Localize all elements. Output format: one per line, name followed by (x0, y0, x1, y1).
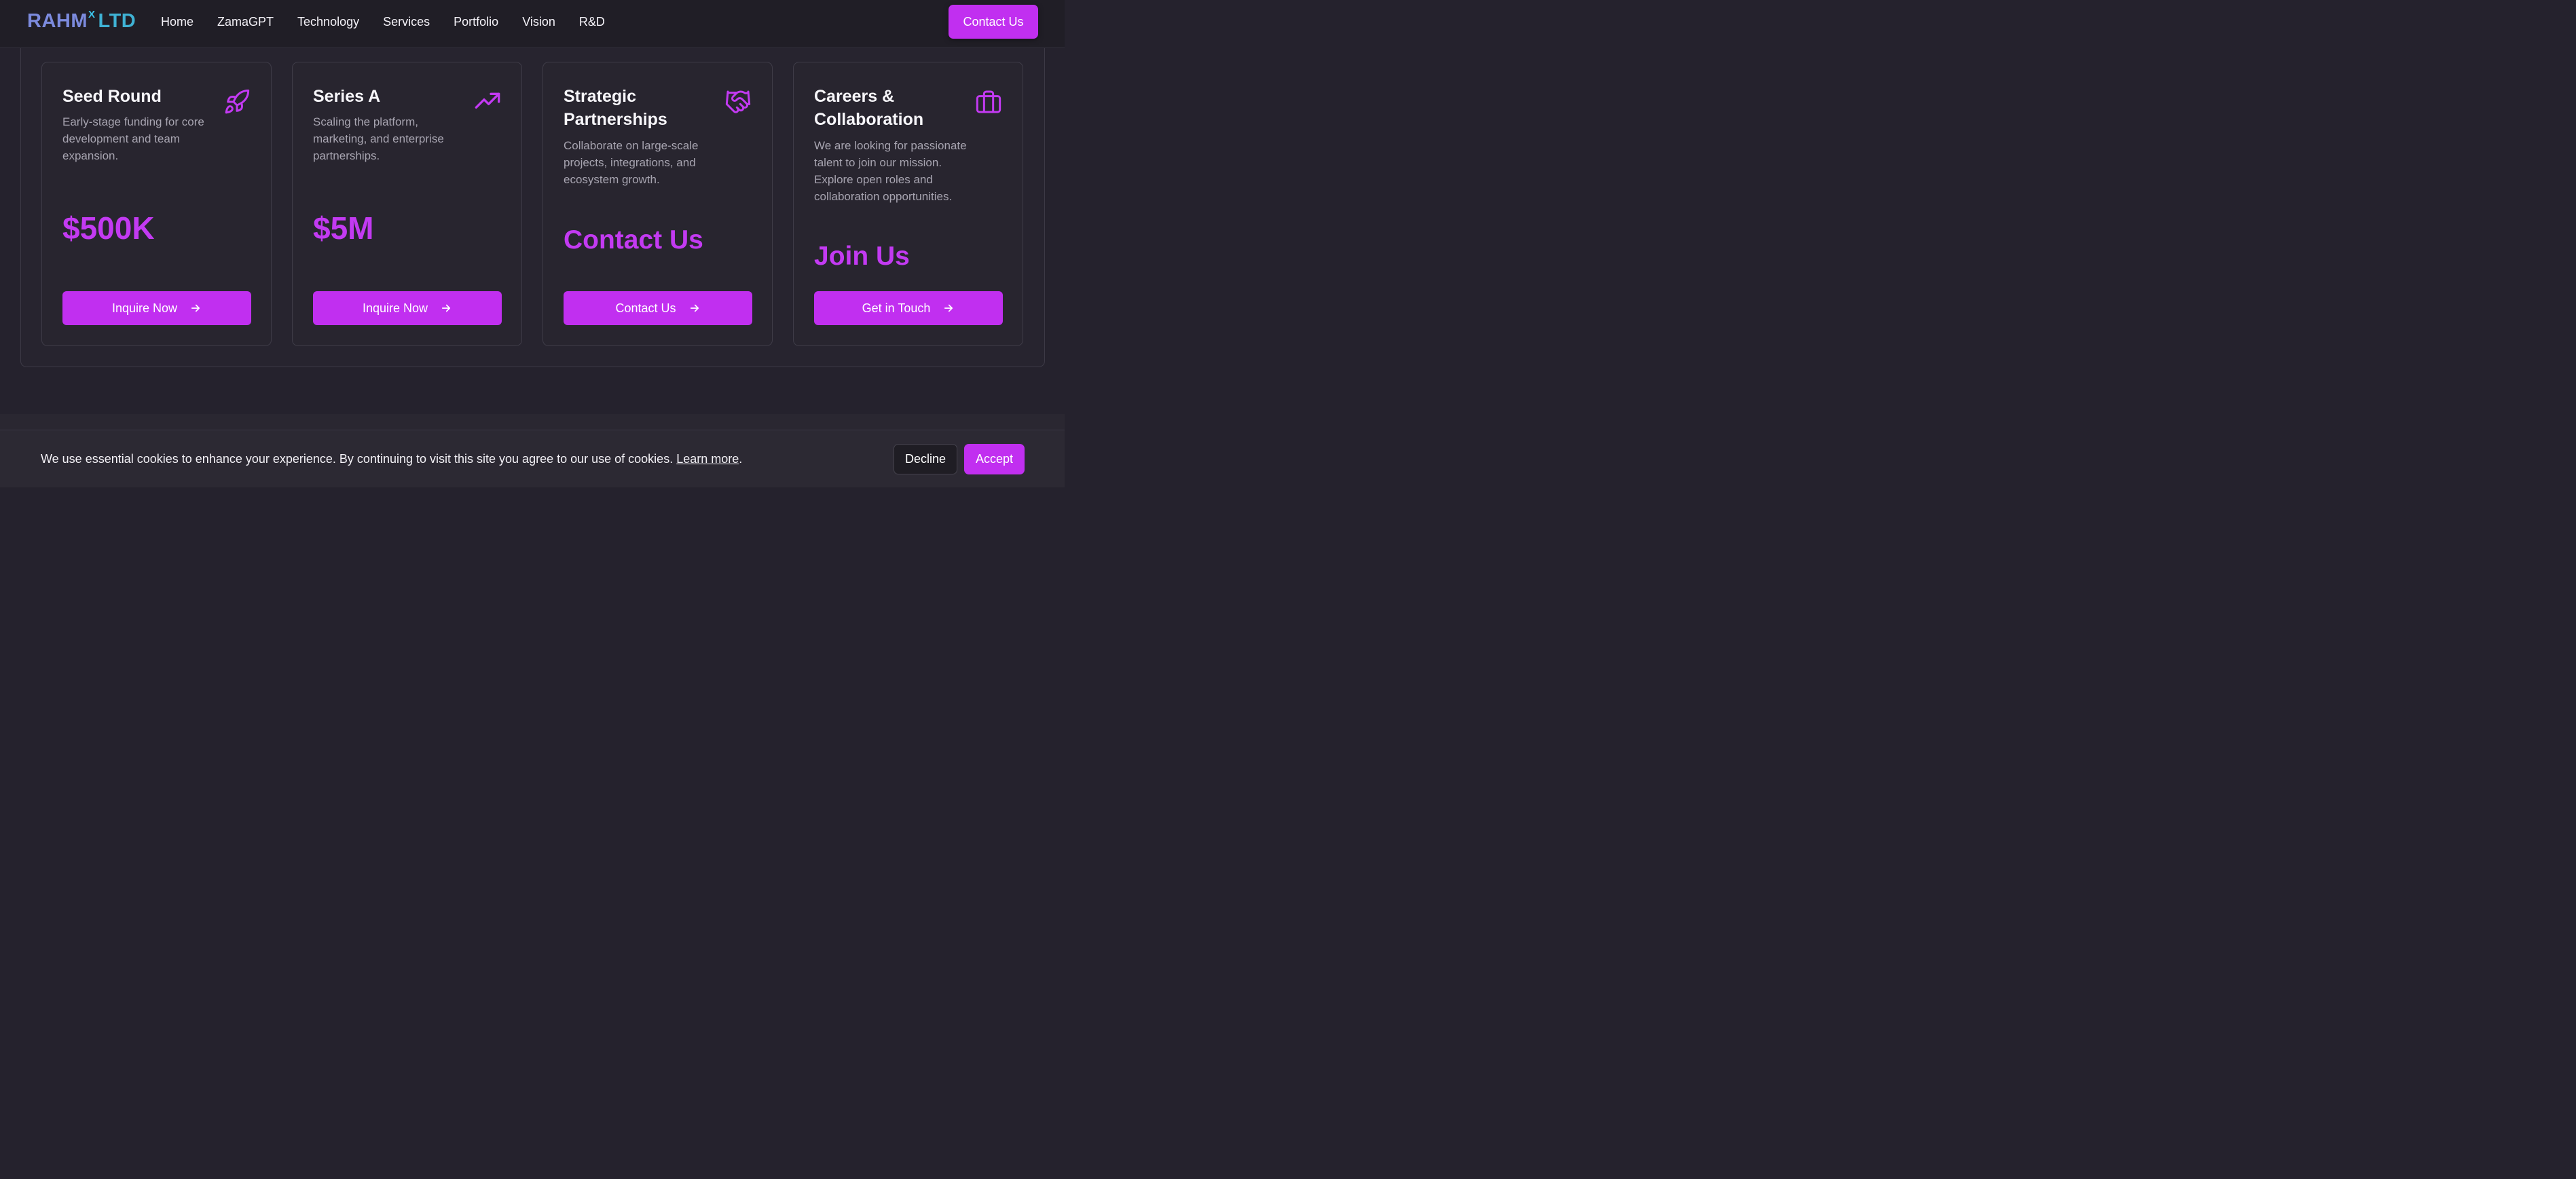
nav-portfolio[interactable]: Portfolio (454, 14, 498, 29)
card-title: Seed Round (62, 87, 162, 106)
cookie-message: We use essential cookies to enhance your… (41, 452, 743, 466)
inquire-now-button[interactable]: Inquire Now (62, 291, 251, 325)
card-description: Collaborate on large-scale projects, int… (564, 139, 699, 186)
nav-services[interactable]: Services (383, 14, 430, 29)
card-amount: $500K (62, 210, 155, 246)
card-title: Strategic Partnerships (564, 87, 667, 129)
get-in-touch-button[interactable]: Get in Touch (814, 291, 1003, 325)
brand-logo-part1: RAHM (27, 10, 88, 32)
button-label: Inquire Now (362, 301, 428, 315)
cookie-message-text: We use essential cookies to enhance your… (41, 452, 674, 466)
main-nav: Home ZamaGPT Technology Services Portfol… (161, 14, 629, 29)
handshake-icon (725, 90, 751, 113)
brand-logo[interactable]: RAHM X LTD (27, 9, 136, 33)
arrow-right-icon (690, 304, 699, 312)
card-seed-round: Seed Round Early-stage funding for core … (41, 62, 272, 346)
card-series-a: Series A Scaling the platform, marketing… (292, 62, 522, 346)
card-strategic-partnerships: Strategic Partnerships Collaborate on la… (542, 62, 773, 346)
rocket-icon (225, 89, 250, 114)
button-label: Contact Us (615, 301, 676, 315)
card-amount: $5M (313, 210, 374, 246)
nav-vision[interactable]: Vision (522, 14, 555, 29)
nav-rnd[interactable]: R&D (579, 14, 605, 29)
card-highlight: Join Us (814, 242, 910, 271)
accept-button[interactable]: Accept (964, 444, 1025, 474)
card-highlight: Contact Us (564, 225, 703, 255)
nav-home[interactable]: Home (161, 14, 194, 29)
site-header: RAHM X LTD Home ZamaGPT Technology Service… (0, 0, 1065, 48)
card-title: Careers & Collaboration (814, 87, 924, 129)
card-description: Scaling the platform, marketing, and ent… (313, 115, 444, 162)
card-description: We are looking for passionate talent to … (814, 139, 967, 203)
inquire-now-button[interactable]: Inquire Now (313, 291, 502, 325)
header-contact-button[interactable]: Contact Us (949, 5, 1038, 39)
learn-more-link[interactable]: Learn more (676, 452, 739, 466)
trending-up-icon (475, 92, 500, 109)
brand-logo-part2: LTD (98, 10, 136, 32)
arrow-right-icon (191, 304, 200, 312)
brand-logo-superscript: X (88, 9, 96, 20)
button-label: Inquire Now (111, 301, 178, 315)
nav-zamagpt[interactable]: ZamaGPT (217, 14, 274, 29)
card-title: Series A (313, 87, 381, 106)
arrow-right-icon (441, 304, 451, 312)
cookie-banner: We use essential cookies to enhance your… (0, 430, 1065, 487)
contact-us-button[interactable]: Contact Us (564, 291, 752, 325)
button-label: Get in Touch (862, 301, 931, 315)
decline-button[interactable]: Decline (894, 444, 957, 474)
arrow-right-icon (944, 304, 953, 312)
card-description: Early-stage funding for core development… (62, 115, 204, 162)
nav-technology[interactable]: Technology (297, 14, 359, 29)
card-careers-collaboration: Careers & Collaboration We are looking f… (793, 62, 1023, 346)
briefcase-icon (976, 90, 1001, 113)
